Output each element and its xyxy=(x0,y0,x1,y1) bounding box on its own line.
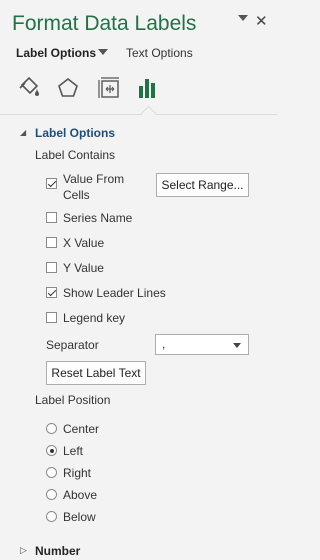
radio-label-center[interactable]: Center xyxy=(63,422,99,436)
label-options-dropdown-icon[interactable] xyxy=(98,49,108,55)
checkbox-label-show-leader-lines[interactable]: Show Leader Lines xyxy=(63,286,166,300)
fill-line-icon[interactable] xyxy=(16,75,46,103)
select-range-button[interactable]: Select Range... xyxy=(156,173,249,197)
checkbox-series-name[interactable] xyxy=(46,212,57,223)
size-properties-icon[interactable] xyxy=(96,75,126,103)
expand-triangle-icon[interactable]: ▷ xyxy=(20,545,27,556)
radio-center[interactable] xyxy=(46,423,57,434)
collapse-triangle-icon[interactable]: ◢ xyxy=(20,128,26,137)
effects-icon[interactable] xyxy=(55,75,85,103)
checkbox-show-leader-lines[interactable] xyxy=(46,287,57,298)
section-header-number[interactable]: Number xyxy=(35,544,80,558)
radio-below[interactable] xyxy=(46,511,57,522)
checkbox-label-x-value[interactable]: X Value xyxy=(63,236,104,250)
radio-above[interactable] xyxy=(46,489,57,500)
task-pane-options-icon[interactable] xyxy=(238,15,250,25)
radio-label-right[interactable]: Right xyxy=(63,466,91,480)
radio-left[interactable] xyxy=(46,445,57,456)
label-position-heading: Label Position xyxy=(35,393,111,407)
checkbox-y-value[interactable] xyxy=(46,262,57,273)
chevron-down-icon xyxy=(233,343,241,348)
checkbox-legend-key[interactable] xyxy=(46,312,57,323)
close-icon[interactable]: ✕ xyxy=(255,12,268,30)
separator-label: Separator xyxy=(46,338,99,352)
label-contains-heading: Label Contains xyxy=(35,148,116,162)
checkbox-label-y-value[interactable]: Y Value xyxy=(63,261,104,275)
section-header-label-options[interactable]: Label Options xyxy=(35,126,115,140)
radio-label-above[interactable]: Above xyxy=(63,488,97,502)
checkbox-x-value[interactable] xyxy=(46,237,57,248)
checkbox-label-legend-key[interactable]: Legend key xyxy=(63,311,125,325)
checkbox-label-series-name[interactable]: Series Name xyxy=(63,211,132,225)
selected-tab-pointer xyxy=(140,105,157,122)
tab-label-options[interactable]: Label Options xyxy=(16,46,96,60)
reset-label-text-button[interactable]: Reset Label Text xyxy=(46,361,146,385)
separator-select[interactable]: , xyxy=(155,334,249,355)
separator-value: , xyxy=(162,337,166,351)
checkbox-value-from-cells[interactable] xyxy=(46,178,57,189)
radio-label-below[interactable]: Below xyxy=(63,510,96,524)
radio-right[interactable] xyxy=(46,467,57,478)
chevron-down-icon xyxy=(238,15,248,21)
tab-text-options[interactable]: Text Options xyxy=(126,46,193,60)
label-options-icon[interactable] xyxy=(135,75,165,103)
checkbox-label-value-from-cells[interactable]: Value From Cells xyxy=(63,171,124,203)
pane-title: Format Data Labels xyxy=(12,12,197,35)
tab-separator-line xyxy=(0,114,277,115)
radio-label-left[interactable]: Left xyxy=(63,444,83,458)
